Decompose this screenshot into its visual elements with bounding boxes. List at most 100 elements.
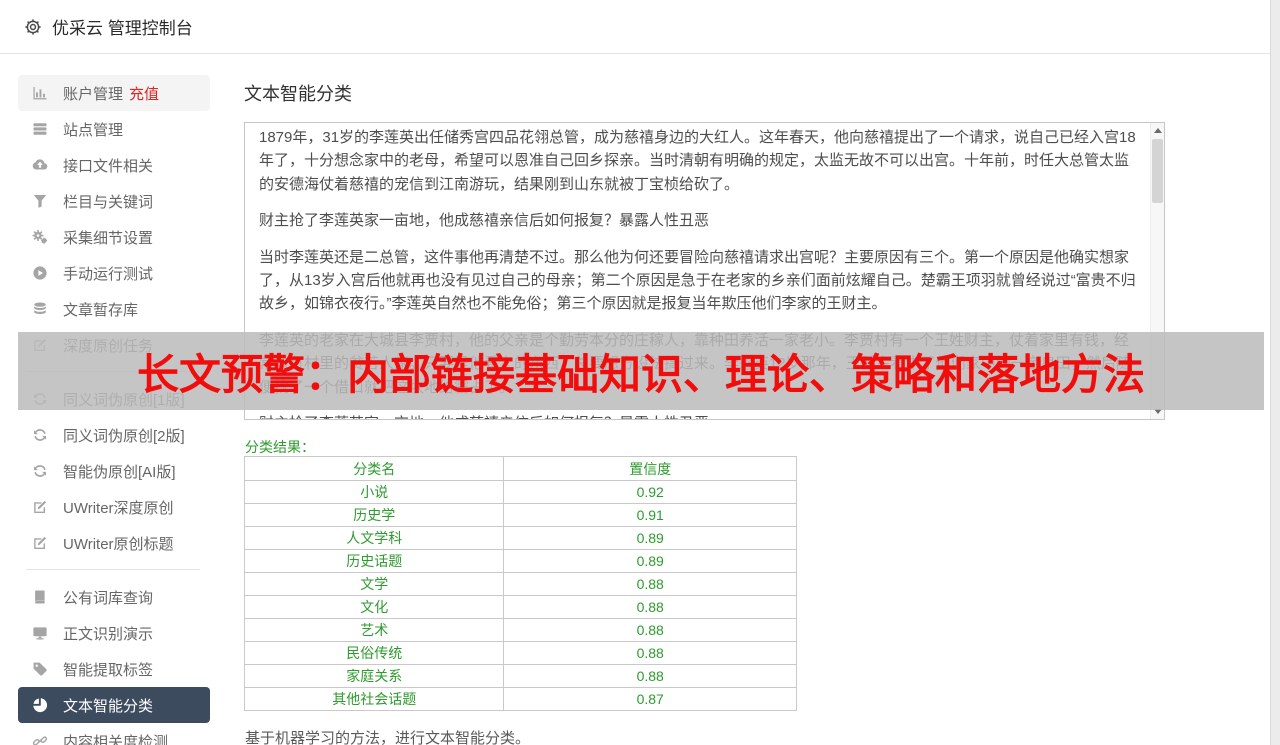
page: 优采云 管理控制台 账户管理 充值 站点管理 接口文件相关 栏目与关键词 采集细节设置 手动…: [0, 0, 1280, 745]
sidebar-item-label: 文章暂存库: [63, 301, 139, 319]
sidebar-item-label: 接口文件相关: [63, 157, 154, 175]
page-scrollbar-area[interactable]: [1270, 0, 1280, 745]
sidebar-item-label: 公有词库查询: [63, 589, 154, 607]
warning-banner-text: 长文预警：内部链接基础知识、理论、策略和落地方法: [136, 350, 1145, 398]
sidebar-item-label: 账户管理: [63, 85, 124, 103]
sidebar-item-公有词库查询[interactable]: 公有词库查询: [18, 579, 210, 615]
article-paragraph: 财主抢了李莲英家一亩地，他成慈禧亲信后如何报复？暴露人性丑恶: [259, 412, 1138, 419]
sidebar-item-label: 站点管理: [63, 121, 124, 139]
results-label: 分类结果：: [245, 439, 315, 455]
sidebar-item-手动运行测试[interactable]: 手动运行测试: [18, 255, 210, 291]
sidebar-item-label: 栏目与关键词: [63, 193, 154, 211]
monitor-icon: [33, 627, 47, 640]
article-paragraph: 财主抢了李莲英家一亩地，他成慈禧亲信后如何报复？暴露人性丑恶: [259, 212, 710, 230]
table-cell: 艺术: [243, 618, 505, 642]
scrollbar-thumb[interactable]: [1152, 139, 1163, 203]
table-row: 小说 0.92: [243, 480, 797, 504]
table-cell: 小说: [243, 480, 505, 504]
sidebar-item-智能伪原创[AI版][interactable]: 智能伪原创[AI版]: [18, 453, 210, 489]
table-row: 民俗传统 0.88: [243, 641, 797, 665]
table-row: 其他社会话题 0.87: [243, 687, 797, 711]
table-row: 文化 0.88: [243, 595, 797, 619]
table-cell: 0.88: [503, 572, 797, 596]
sidebar-item-label: 文本智能分类: [63, 697, 154, 715]
table-cell: 0.89: [503, 549, 797, 573]
footer-note: 基于机器学习的方法，进行文本智能分类。: [245, 730, 531, 745]
sidebar-item-label: 智能伪原创[AI版]: [63, 463, 176, 481]
article-paragraph: 当时李莲英还是二总管，这件事他再清楚不过。那么他为何还要冒险向慈禧请求出宫呢？主…: [259, 248, 1136, 313]
sidebar-item-UWriter原创标题[interactable]: UWriter原创标题: [18, 525, 210, 561]
table-row: 家庭关系 0.88: [243, 664, 797, 688]
edit-icon: [34, 500, 47, 513]
sidebar-item-正文识别演示[interactable]: 正文识别演示: [18, 615, 210, 651]
sidebar-item-同义词伪原创[2版][interactable]: 同义词伪原创[2版]: [18, 417, 210, 453]
sidebar-item-智能提取标签[interactable]: 智能提取标签: [18, 651, 210, 687]
table-cell: 0.87: [503, 687, 797, 711]
scroll-up-icon[interactable]: [1151, 124, 1164, 137]
app-title: 优采云 管理控制台: [52, 19, 193, 38]
sidebar-item-label: 内容相关度检测: [63, 733, 169, 745]
table-cell: 文化: [243, 595, 505, 619]
sidebar-item-站点管理[interactable]: 站点管理: [18, 111, 210, 147]
bar-chart-icon: [33, 87, 47, 100]
warning-banner: 长文预警：内部链接基础知识、理论、策略和落地方法: [18, 332, 1264, 410]
sidebar-item-文本智能分类[interactable]: 文本智能分类: [18, 687, 210, 723]
book-icon: [35, 590, 45, 604]
table-cell: 0.88: [503, 641, 797, 665]
article-paragraph: 1879年，31岁的李莲英出任储秀宫四品花翎总管，成为慈禧身边的大红人。这年春天…: [259, 129, 1136, 193]
classification-table: 分类名 置信度 小说 0.92 历史学 0.91 人文学科 0.89 历史话题 0.89 文学 0.…: [243, 456, 797, 711]
server-icon: [33, 123, 47, 135]
sidebar-item-采集细节设置[interactable]: 采集细节设置: [18, 219, 210, 255]
table-cell: 0.89: [503, 526, 797, 550]
table-cell: 人文学科: [243, 526, 505, 550]
sidebar-item-label: 采集细节设置: [63, 229, 154, 247]
edit-icon: [34, 536, 47, 549]
table-cell: 0.88: [503, 618, 797, 642]
sidebar-item-label: 正文识别演示: [63, 625, 154, 643]
refresh-icon: [34, 465, 46, 477]
table-row: 历史话题 0.89: [243, 549, 797, 573]
table-row: 历史学 0.91: [243, 503, 797, 527]
table-cell: 其他社会话题: [243, 687, 505, 711]
app-header: 优采云 管理控制台: [0, 0, 1270, 54]
sidebar-item-UWriter深度原创[interactable]: UWriter深度原创: [18, 489, 210, 525]
sidebar: 账户管理充值站点管理接口文件相关栏目与关键词采集细节设置手动运行测试文章暂存库深…: [18, 75, 210, 745]
table-header-cell: 分类名: [243, 456, 505, 481]
gears-icon: [32, 230, 48, 244]
table-cell: 历史学: [243, 503, 505, 527]
table-row: 人文学科 0.89: [243, 526, 797, 550]
link-icon: [32, 736, 48, 745]
sidebar-divider: [18, 561, 210, 579]
table-cell: 0.88: [503, 664, 797, 688]
sidebar-item-label: UWriter深度原创: [63, 499, 174, 517]
sidebar-item-label: UWriter原创标题: [63, 535, 174, 553]
sidebar-item-label: 同义词伪原创[2版]: [63, 427, 185, 445]
table-cell: 家庭关系: [243, 664, 505, 688]
refresh-icon: [34, 429, 46, 441]
recharge-badge[interactable]: 充值: [129, 83, 159, 104]
pie-chart-icon: [33, 698, 48, 713]
play-circle-icon: [33, 266, 47, 280]
table-cell: 历史话题: [243, 549, 505, 573]
cloud-upload-icon: [32, 159, 48, 170]
settings-gear-icon: [24, 18, 42, 36]
sidebar-item-接口文件相关[interactable]: 接口文件相关: [18, 147, 210, 183]
filter-icon: [33, 195, 47, 208]
tag-icon: [33, 662, 47, 676]
table-cell: 民俗传统: [243, 641, 505, 665]
sidebar-item-label: 智能提取标签: [63, 661, 154, 679]
sidebar-item-文章暂存库[interactable]: 文章暂存库: [18, 291, 210, 327]
sidebar-item-label: 手动运行测试: [63, 265, 154, 283]
table-row: 艺术 0.88: [243, 618, 797, 642]
table-cell: 0.88: [503, 595, 797, 619]
sidebar-item-内容相关度检测[interactable]: 内容相关度检测: [18, 723, 210, 745]
sidebar-item-账户管理[interactable]: 账户管理 充值: [18, 75, 210, 111]
page-title: 文本智能分类: [244, 84, 352, 104]
table-cell: 0.92: [503, 480, 797, 504]
table-header-cell: 置信度: [503, 456, 797, 481]
table-row: 文学 0.88: [243, 572, 797, 596]
table-cell: 文学: [243, 572, 505, 596]
table-cell: 0.91: [503, 503, 797, 527]
database-icon: [34, 302, 46, 315]
sidebar-item-栏目与关键词[interactable]: 栏目与关键词: [18, 183, 210, 219]
